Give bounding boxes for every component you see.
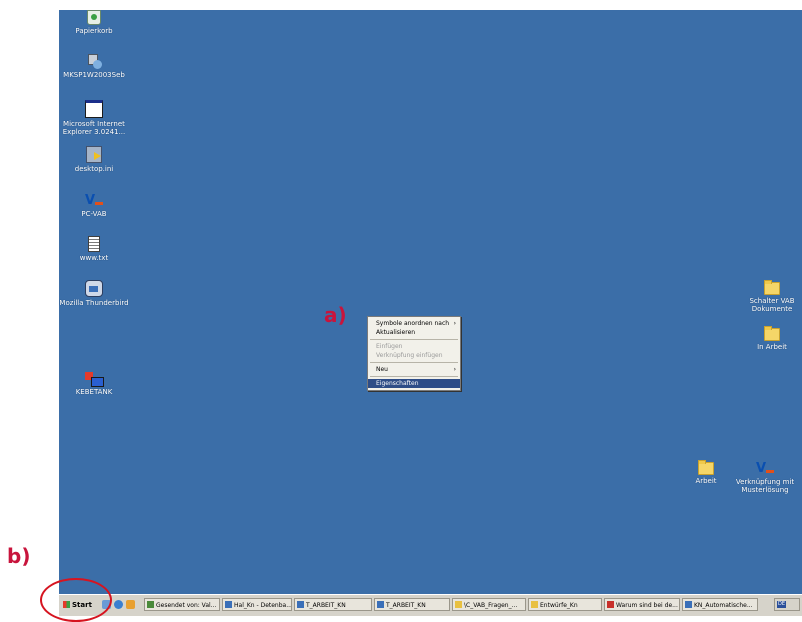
menu-item-label: Symbole anordnen nach [376, 320, 450, 327]
vr-bank-icon [756, 461, 774, 476]
taskbar-button-1[interactable]: Hal_Kn - Detenba... [222, 598, 292, 611]
task-label: Entwürfe_Kn [540, 602, 578, 609]
menu-item-new[interactable]: Neu › [368, 365, 460, 374]
folder-icon [764, 280, 780, 295]
task-label: Hal_Kn - Detenba... [234, 602, 292, 609]
task-label: Warum sind bei de... [616, 602, 678, 609]
annotation-a: a) [324, 303, 347, 327]
submenu-arrow-icon: › [453, 320, 456, 327]
desktop-icon-musterloesung[interactable]: Verknüpfung mit Musterlösung [730, 461, 800, 494]
system-tray[interactable]: DE [774, 598, 800, 611]
desktop-icon-label: Schalter VAB Dokumente [749, 297, 795, 313]
task-app-icon [225, 601, 232, 608]
task-label: T_ARBEIT_KN [306, 602, 346, 609]
desktop-icon-pc-vab[interactable]: PC-VAB [59, 193, 129, 218]
task-app-icon [147, 601, 154, 608]
menu-item-arrange-icons[interactable]: Symbole anordnen nach › [368, 319, 460, 328]
menu-separator [370, 339, 458, 340]
desktop-icon-internet-explorer[interactable]: Microsoft Internet Explorer 3.0241... [59, 100, 129, 136]
menu-item-label: Neu [376, 366, 388, 373]
menu-item-properties[interactable]: Eigenschaften [368, 379, 460, 388]
menu-separator [370, 362, 458, 363]
desktop-icon-kebetank[interactable]: KEBETANK [59, 372, 129, 396]
desktop-icon-recycle-bin[interactable]: Papierkorb [59, 10, 129, 35]
menu-item-paste-shortcut: Verknüpfung einfügen [368, 351, 460, 360]
menu-item-label: Eigenschaften [376, 380, 419, 387]
desktop-icon-label: PC-VAB [81, 210, 107, 218]
desktop-icon-desktop-ini[interactable]: desktop.ini [59, 146, 129, 173]
taskbar-button-3[interactable]: T_ARBEIT_KN [374, 598, 450, 611]
quicklaunch-app-icon[interactable] [126, 600, 135, 609]
submenu-arrow-icon: › [453, 366, 456, 373]
desktop-icon-network[interactable]: MKSP1W2003Seb [59, 54, 129, 79]
taskbar-button-5[interactable]: Entwürfe_Kn [528, 598, 602, 611]
desktop-icon-www-txt[interactable]: www.txt [59, 236, 129, 262]
task-app-icon [377, 601, 384, 608]
config-file-icon [86, 146, 102, 163]
desktop-icon-label: desktop.ini [74, 165, 114, 173]
desktop-icon-label: KEBETANK [75, 388, 113, 396]
annotation-b: b) [7, 544, 31, 568]
taskbar-button-6[interactable]: Warum sind bei de... [604, 598, 680, 611]
desktop-icon-label: Verknüpfung mit Musterlösung [735, 478, 795, 494]
taskbar-button-0[interactable]: Gesendet von: Val... [144, 598, 220, 611]
desktop-icon-label: Mozilla Thunderbird [59, 299, 129, 307]
taskbar-button-4[interactable]: \C_VAB_Fragen_... [452, 598, 526, 611]
menu-item-paste: Einfügen [368, 342, 460, 351]
folder-icon [764, 326, 780, 341]
desktop-icon-thunderbird[interactable]: Mozilla Thunderbird [59, 280, 129, 307]
menu-item-refresh[interactable]: Aktualisieren [368, 328, 460, 337]
menu-item-label: Verknüpfung einfügen [376, 352, 443, 359]
task-app-icon [297, 601, 304, 608]
menu-separator [370, 376, 458, 377]
folder-icon [698, 460, 714, 475]
menu-item-label: Aktualisieren [376, 329, 416, 336]
desktop-icon-in-arbeit[interactable]: In Arbeit [737, 326, 802, 351]
keyboard-tool-icon [85, 372, 104, 387]
task-app-icon [685, 601, 692, 608]
task-label: KN_Automatische... [694, 602, 753, 609]
vr-bank-icon [85, 193, 103, 208]
menu-item-label: Einfügen [376, 343, 403, 350]
task-app-icon [607, 601, 614, 608]
desktop[interactable]: Papierkorb MKSP1W2003Seb Microsoft Inter… [59, 10, 802, 594]
annotation-circle-start [40, 578, 112, 622]
quicklaunch-browser-icon[interactable] [114, 600, 123, 609]
task-app-icon [531, 601, 538, 608]
desktop-icon-label: MKSP1W2003Seb [63, 71, 125, 79]
desktop-icon-label: In Arbeit [757, 343, 787, 351]
desktop-icon-label: www.txt [79, 254, 109, 262]
task-label: T_ARBEIT_KN [386, 602, 426, 609]
task-label: \C_VAB_Fragen_... [464, 602, 518, 609]
task-label: Gesendet von: Val... [156, 602, 217, 609]
network-computer-icon [86, 54, 102, 69]
language-indicator: DE [777, 601, 787, 608]
desktop-icon-schalter-vab[interactable]: Schalter VAB Dokumente [737, 280, 802, 313]
recycle-bin-icon [87, 10, 101, 25]
text-file-icon [88, 236, 100, 252]
thunderbird-icon [85, 280, 103, 297]
desktop-context-menu: Symbole anordnen nach › Aktualisieren Ei… [367, 316, 461, 391]
taskbar: Start Gesendet von: Val... Hal_Kn - Dete… [59, 594, 802, 616]
taskbar-button-7[interactable]: KN_Automatische... [682, 598, 758, 611]
task-app-icon [455, 601, 462, 608]
desktop-icon-label: Papierkorb [75, 27, 113, 35]
application-window-icon [85, 100, 103, 118]
taskbar-button-2[interactable]: T_ARBEIT_KN [294, 598, 372, 611]
desktop-icon-label: Microsoft Internet Explorer 3.0241... [62, 120, 126, 136]
